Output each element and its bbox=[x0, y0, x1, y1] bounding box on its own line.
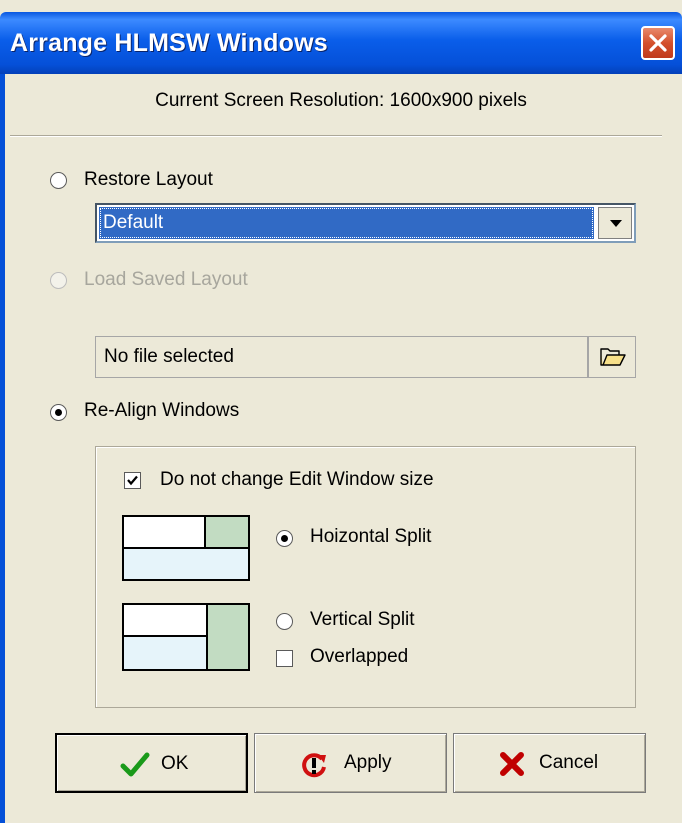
load-saved-layout-radio[interactable] bbox=[50, 272, 67, 289]
horizontal-split-radio[interactable] bbox=[276, 530, 293, 547]
screen-resolution-text: Current Screen Resolution: 1600x900 pixe… bbox=[155, 90, 527, 111]
radio-dot bbox=[55, 409, 62, 416]
dropdown-arrow-button[interactable] bbox=[598, 207, 632, 239]
layout-dropdown[interactable]: Default bbox=[95, 203, 636, 243]
window-border bbox=[0, 74, 5, 823]
close-button[interactable] bbox=[641, 26, 675, 60]
x-mark-icon bbox=[500, 752, 524, 776]
file-path-field[interactable]: No file selected bbox=[95, 336, 588, 378]
load-saved-layout-label: Load Saved Layout bbox=[84, 269, 248, 290]
horizontal-split-label[interactable]: Hoizontal Split bbox=[310, 526, 431, 548]
chevron-down-icon bbox=[610, 220, 622, 227]
checkmark-icon bbox=[120, 752, 150, 777]
apply-button[interactable]: Apply bbox=[254, 733, 447, 793]
ok-label: OK bbox=[161, 753, 189, 774]
keep-size-checkbox[interactable] bbox=[124, 472, 141, 489]
overlapped-label[interactable]: Overlapped bbox=[310, 646, 408, 668]
window-title: Arrange HLMSW Windows bbox=[10, 29, 328, 57]
cancel-button[interactable]: Cancel bbox=[453, 733, 646, 793]
apply-label: Apply bbox=[344, 752, 392, 773]
browse-file-button[interactable] bbox=[588, 336, 636, 378]
restore-layout-radio[interactable] bbox=[50, 172, 67, 189]
vertical-split-label[interactable]: Vertical Split bbox=[310, 609, 415, 631]
ok-button[interactable]: OK bbox=[55, 733, 248, 793]
restore-layout-label[interactable]: Restore Layout bbox=[84, 169, 213, 191]
keep-size-label[interactable]: Do not change Edit Window size bbox=[160, 469, 434, 491]
layout-dropdown-value: Default bbox=[99, 207, 594, 239]
title-bar[interactable]: Arrange HLMSW Windows bbox=[0, 12, 682, 74]
horizontal-split-layout-icon bbox=[122, 515, 250, 581]
close-icon bbox=[649, 34, 667, 52]
dialog-window: Arrange HLMSW Windows Current Screen Res… bbox=[0, 0, 682, 823]
separator bbox=[10, 135, 662, 137]
realign-windows-label[interactable]: Re-Align Windows bbox=[84, 400, 239, 422]
vertical-split-layout-icon bbox=[122, 603, 250, 671]
folder-open-icon bbox=[600, 348, 626, 366]
realign-windows-radio[interactable] bbox=[50, 404, 67, 421]
apply-icon bbox=[302, 753, 326, 778]
overlapped-checkbox[interactable] bbox=[276, 650, 293, 667]
radio-dot bbox=[281, 535, 288, 542]
cancel-label: Cancel bbox=[539, 752, 599, 773]
vertical-split-radio[interactable] bbox=[276, 613, 293, 630]
checkmark-icon bbox=[127, 475, 138, 486]
